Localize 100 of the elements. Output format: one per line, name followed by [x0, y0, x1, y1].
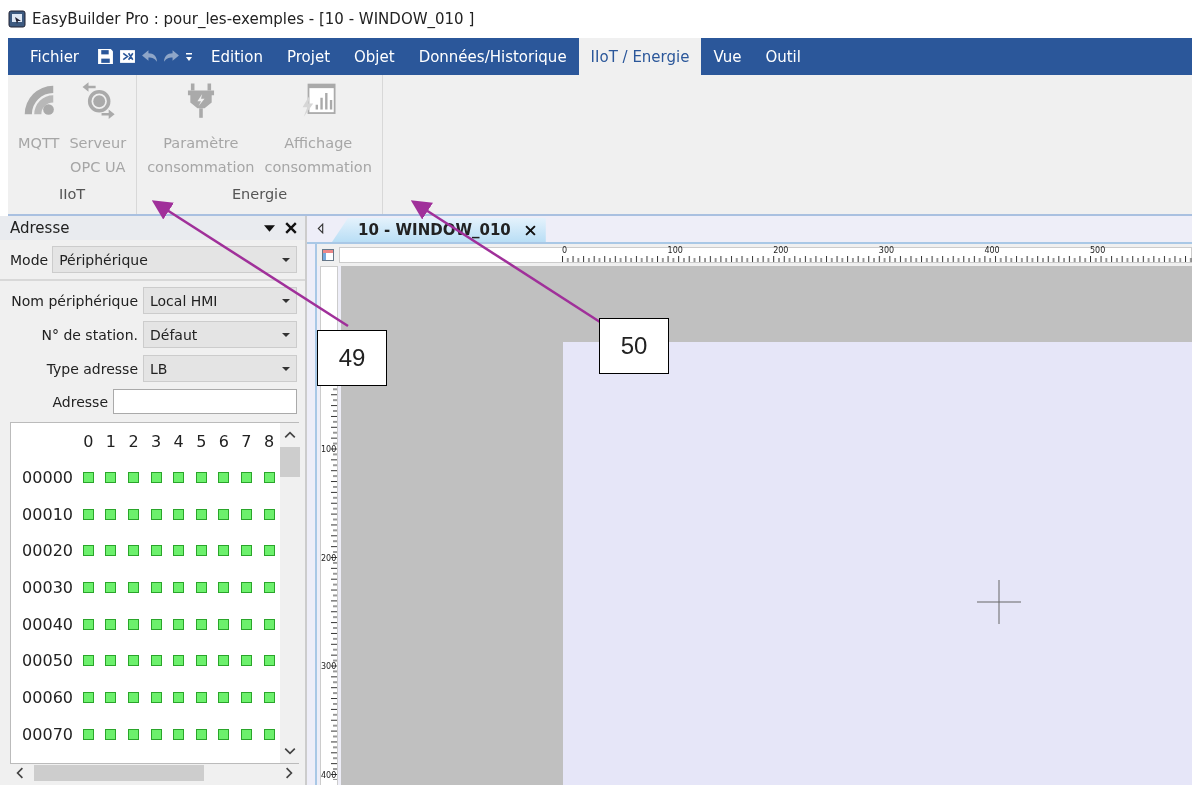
bit-indicator[interactable]: [82, 581, 94, 593]
vertical-scrollbar[interactable]: [280, 423, 301, 763]
bit-indicator[interactable]: [105, 581, 117, 593]
bit-indicator[interactable]: [218, 508, 230, 520]
bit-indicator[interactable]: [105, 655, 117, 667]
bit-indicator[interactable]: [240, 618, 252, 630]
dropdown-icon[interactable]: [264, 224, 275, 232]
bit-indicator[interactable]: [218, 545, 230, 557]
bit-indicator[interactable]: [105, 508, 117, 520]
select-field[interactable]: Défaut: [143, 321, 297, 348]
menu-item[interactable]: IIoT / Energie: [578, 38, 702, 75]
bit-indicator[interactable]: [128, 581, 139, 593]
bit-indicator[interactable]: [218, 655, 230, 667]
bit-indicator[interactable]: [218, 728, 230, 740]
scroll-down-icon[interactable]: [284, 747, 297, 755]
bit-indicator[interactable]: [128, 618, 139, 630]
menu-item[interactable]: Outil: [753, 38, 813, 75]
bit-indicator[interactable]: [263, 581, 275, 593]
bit-indicator[interactable]: [195, 508, 207, 520]
scroll-right-icon[interactable]: [285, 767, 293, 779]
bit-indicator[interactable]: [82, 655, 94, 667]
bit-indicator[interactable]: [105, 471, 117, 483]
bit-indicator[interactable]: [82, 508, 94, 520]
menu-item[interactable]: Objet: [342, 38, 407, 75]
bit-indicator[interactable]: [82, 545, 94, 557]
bit-indicator[interactable]: [150, 728, 162, 740]
window-icon[interactable]: [322, 249, 334, 261]
bit-indicator[interactable]: [195, 691, 207, 703]
menu-item[interactable]: Fichier: [18, 38, 92, 75]
bit-indicator[interactable]: [263, 545, 275, 557]
bit-indicator[interactable]: [173, 471, 185, 483]
bit-indicator[interactable]: [195, 655, 207, 667]
bit-indicator[interactable]: [150, 581, 162, 593]
bit-indicator[interactable]: [263, 728, 275, 740]
bit-indicator[interactable]: [240, 728, 252, 740]
menu-item[interactable]: Projet: [274, 38, 342, 75]
bit-indicator[interactable]: [82, 728, 94, 740]
bit-indicator[interactable]: [240, 581, 252, 593]
bit-indicator[interactable]: [263, 691, 275, 703]
export-icon[interactable]: [119, 48, 137, 65]
bit-indicator[interactable]: [173, 728, 185, 740]
mode-dropdown[interactable]: Périphérique: [52, 246, 297, 273]
close-icon[interactable]: [285, 222, 297, 234]
bit-indicator[interactable]: [263, 618, 275, 630]
bit-indicator[interactable]: [105, 618, 117, 630]
bit-indicator[interactable]: [218, 691, 230, 703]
bit-indicator[interactable]: [173, 655, 185, 667]
bit-indicator[interactable]: [150, 545, 162, 557]
bit-indicator[interactable]: [263, 508, 275, 520]
bit-indicator[interactable]: [195, 581, 207, 593]
bit-indicator[interactable]: [218, 581, 230, 593]
save-icon[interactable]: [97, 48, 115, 65]
scrollbar-thumb[interactable]: [34, 765, 204, 781]
select-field[interactable]: Local HMI: [143, 287, 297, 314]
close-icon[interactable]: [524, 224, 536, 236]
bit-indicator[interactable]: [173, 581, 185, 593]
bit-indicator[interactable]: [240, 471, 252, 483]
menu-item[interactable]: Vue: [701, 38, 754, 75]
bit-indicator[interactable]: [105, 691, 117, 703]
bit-indicator[interactable]: [218, 471, 230, 483]
bit-indicator[interactable]: [173, 545, 185, 557]
bit-indicator[interactable]: [128, 655, 139, 667]
bit-indicator[interactable]: [150, 655, 162, 667]
scroll-left-icon[interactable]: [16, 767, 24, 779]
bit-indicator[interactable]: [173, 691, 185, 703]
bit-indicator[interactable]: [128, 545, 139, 557]
bit-indicator[interactable]: [82, 618, 94, 630]
bit-indicator[interactable]: [218, 618, 230, 630]
bit-indicator[interactable]: [150, 508, 162, 520]
bit-indicator[interactable]: [195, 618, 207, 630]
address-input[interactable]: [113, 389, 297, 414]
bit-indicator[interactable]: [263, 655, 275, 667]
bit-indicator[interactable]: [195, 471, 207, 483]
menu-item[interactable]: Edition: [199, 38, 275, 75]
bit-indicator[interactable]: [82, 471, 94, 483]
bit-indicator[interactable]: [128, 691, 139, 703]
bit-indicator[interactable]: [82, 691, 94, 703]
bit-indicator[interactable]: [128, 471, 139, 483]
bit-indicator[interactable]: [263, 471, 275, 483]
bit-indicator[interactable]: [150, 471, 162, 483]
bit-indicator[interactable]: [150, 618, 162, 630]
scrollbar-thumb[interactable]: [280, 447, 301, 477]
scroll-up-icon[interactable]: [284, 431, 297, 439]
bit-indicator[interactable]: [128, 728, 139, 740]
bit-indicator[interactable]: [240, 691, 252, 703]
bit-indicator[interactable]: [173, 508, 185, 520]
bit-indicator[interactable]: [150, 691, 162, 703]
bit-indicator[interactable]: [240, 508, 252, 520]
bit-indicator[interactable]: [105, 728, 117, 740]
bit-indicator[interactable]: [105, 545, 117, 557]
bit-indicator[interactable]: [195, 728, 207, 740]
bit-indicator[interactable]: [240, 545, 252, 557]
bit-indicator[interactable]: [128, 508, 139, 520]
customize-caret-icon[interactable]: [185, 51, 194, 62]
bit-indicator[interactable]: [240, 655, 252, 667]
scroll-left-icon[interactable]: [317, 223, 324, 234]
bit-indicator[interactable]: [173, 618, 185, 630]
bit-indicator[interactable]: [195, 545, 207, 557]
menu-item[interactable]: Données/Historique: [406, 38, 579, 75]
select-field[interactable]: LB: [143, 355, 297, 382]
